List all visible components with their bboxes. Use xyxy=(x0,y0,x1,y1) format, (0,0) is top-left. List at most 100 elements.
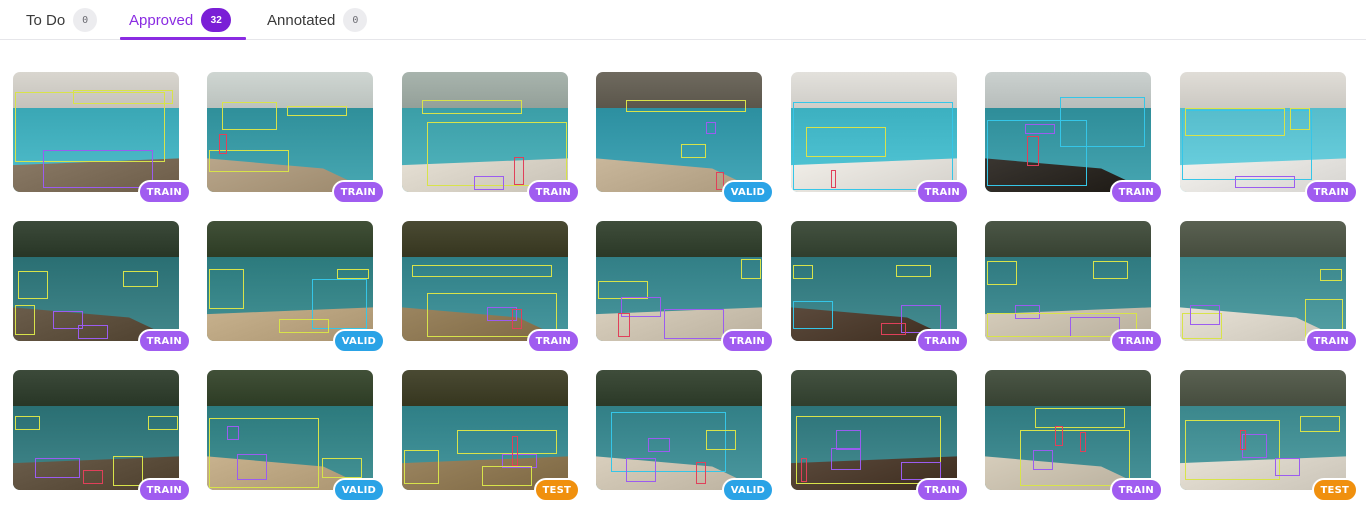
image-card[interactable]: TRAIN xyxy=(207,72,385,204)
image-thumbnail[interactable] xyxy=(13,221,179,341)
bounding-box xyxy=(1190,305,1220,325)
image-thumbnail[interactable] xyxy=(402,221,568,341)
image-thumbnail[interactable] xyxy=(402,370,568,490)
tab-label: To Do xyxy=(26,11,66,29)
image-card[interactable]: TRAIN xyxy=(596,221,774,353)
scene-background xyxy=(13,221,179,257)
image-thumbnail[interactable] xyxy=(1180,221,1346,341)
scene-background xyxy=(985,370,1151,406)
bounding-box xyxy=(1240,430,1246,450)
bounding-box xyxy=(1035,408,1125,428)
tab-annotated[interactable]: Annotated 0 xyxy=(267,0,368,40)
image-card[interactable]: VALID xyxy=(596,72,774,204)
bounding-box xyxy=(148,416,178,430)
bounding-box xyxy=(322,458,362,478)
split-badge: TRAIN xyxy=(137,478,191,502)
bounding-box xyxy=(514,157,524,185)
image-thumbnail[interactable] xyxy=(985,370,1151,490)
image-thumbnail[interactable] xyxy=(1180,72,1346,192)
bounding-box xyxy=(626,458,656,482)
bounding-box xyxy=(219,134,227,154)
image-card[interactable]: TEST xyxy=(402,370,580,502)
bounding-box xyxy=(987,261,1017,285)
scene-background xyxy=(985,221,1151,257)
image-card[interactable]: TRAIN xyxy=(985,72,1163,204)
split-badge: TRAIN xyxy=(526,329,580,353)
scene-background xyxy=(207,370,373,406)
image-thumbnail[interactable] xyxy=(596,370,762,490)
image-thumbnail[interactable] xyxy=(596,72,762,192)
split-badge: TRAIN xyxy=(720,329,774,353)
count-badge: 0 xyxy=(73,8,98,32)
image-card[interactable]: TRAIN xyxy=(13,370,191,502)
bounding-box xyxy=(279,319,329,333)
tab-bar: To Do 0 Approved 32 Annotated 0 xyxy=(0,0,1366,40)
bounding-box xyxy=(482,466,532,486)
bounding-box xyxy=(512,436,518,466)
bounding-box xyxy=(793,265,813,279)
image-thumbnail[interactable] xyxy=(791,370,957,490)
image-thumbnail[interactable] xyxy=(207,370,373,490)
image-card[interactable]: TRAIN xyxy=(13,221,191,353)
image-card[interactable]: TRAIN xyxy=(402,221,580,353)
bounding-box xyxy=(1235,176,1295,188)
split-badge: TRAIN xyxy=(137,180,191,204)
split-badge: TRAIN xyxy=(1109,180,1163,204)
bounding-box xyxy=(706,122,716,134)
image-thumbnail[interactable] xyxy=(791,72,957,192)
image-card[interactable]: TRAIN xyxy=(402,72,580,204)
bounding-box xyxy=(1055,426,1063,446)
bounding-box xyxy=(1027,136,1039,166)
tab-label: Approved xyxy=(129,11,194,29)
tab-approved[interactable]: Approved 32 xyxy=(129,0,232,40)
split-badge: TRAIN xyxy=(1109,478,1163,502)
bounding-box xyxy=(18,271,48,299)
image-card[interactable]: TRAIN xyxy=(791,370,969,502)
tab-label: Annotated xyxy=(267,11,336,29)
scene-background xyxy=(1180,221,1346,257)
image-card[interactable]: TRAIN xyxy=(13,72,191,204)
image-card[interactable]: TRAIN xyxy=(985,221,1163,353)
image-thumbnail[interactable] xyxy=(1180,370,1346,490)
split-badge: TRAIN xyxy=(331,180,385,204)
bounding-box xyxy=(457,430,557,454)
bounding-box xyxy=(73,90,173,104)
image-card[interactable]: VALID xyxy=(596,370,774,502)
bounding-box xyxy=(741,259,761,279)
bounding-box xyxy=(35,458,80,478)
split-badge: TRAIN xyxy=(1304,329,1358,353)
count-badge: 0 xyxy=(343,8,368,32)
split-badge: TRAIN xyxy=(137,329,191,353)
image-thumbnail[interactable] xyxy=(402,72,568,192)
image-thumbnail[interactable] xyxy=(791,221,957,341)
bounding-box xyxy=(1185,108,1285,136)
image-card[interactable]: TRAIN xyxy=(791,221,969,353)
active-tab-indicator xyxy=(120,37,246,40)
bounding-box xyxy=(1060,97,1145,147)
tab-to-do[interactable]: To Do 0 xyxy=(26,0,98,40)
image-thumbnail[interactable] xyxy=(985,221,1151,341)
image-card[interactable]: TRAIN xyxy=(1180,72,1358,204)
split-badge: TRAIN xyxy=(1109,329,1163,353)
scene-background xyxy=(402,221,568,257)
image-thumbnail[interactable] xyxy=(985,72,1151,192)
image-thumbnail[interactable] xyxy=(596,221,762,341)
image-card[interactable]: VALID xyxy=(207,370,385,502)
image-card[interactable]: TRAIN xyxy=(985,370,1163,502)
bounding-box xyxy=(648,438,670,452)
image-card[interactable]: TRAIN xyxy=(791,72,969,204)
split-badge: VALID xyxy=(332,478,385,502)
bounding-box xyxy=(1033,450,1053,470)
image-thumbnail[interactable] xyxy=(207,72,373,192)
image-thumbnail[interactable] xyxy=(13,72,179,192)
scene-background xyxy=(596,221,762,257)
split-badge: TEST xyxy=(533,478,580,502)
bounding-box xyxy=(83,470,103,484)
image-card[interactable]: TEST xyxy=(1180,370,1358,502)
image-thumbnail[interactable] xyxy=(13,370,179,490)
split-badge: VALID xyxy=(332,329,385,353)
split-badge: TRAIN xyxy=(526,180,580,204)
image-thumbnail[interactable] xyxy=(207,221,373,341)
image-card[interactable]: TRAIN xyxy=(1180,221,1358,353)
image-card[interactable]: VALID xyxy=(207,221,385,353)
